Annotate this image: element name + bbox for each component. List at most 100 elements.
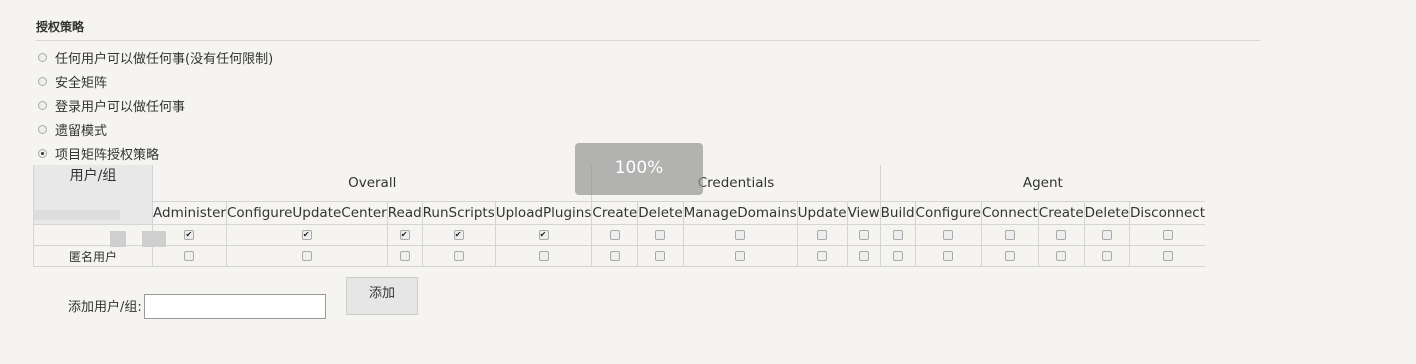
group-header-agent: Agent [879, 165, 1205, 202]
redacted-area [142, 231, 166, 247]
permission-cell [879, 224, 916, 246]
permission-checkbox-checked[interactable] [301, 229, 312, 241]
permission-cell [846, 224, 881, 246]
permission-cell [796, 224, 848, 246]
perm-header: RunScripts [421, 201, 496, 225]
matrix-body: 匿名用户 [33, 224, 1205, 267]
strategy-label: 遗留模式 [55, 123, 108, 139]
strategy-option-legacy[interactable]: 遗留模式 [38, 117, 273, 141]
zoom-level-indicator: 100% [575, 143, 703, 195]
add-user-button[interactable]: 添加 [346, 277, 418, 315]
permission-checkbox-checked[interactable] [184, 229, 195, 241]
permission-checkbox[interactable] [453, 251, 464, 261]
radio-button[interactable] [38, 52, 47, 62]
add-user-input[interactable] [143, 294, 326, 319]
permission-checkbox[interactable] [538, 251, 549, 261]
add-user-label: 添加用户/组: [68, 300, 142, 315]
perm-header: Create [591, 201, 638, 225]
perm-header: ManageDomains [682, 201, 798, 225]
strategy-label: 安全矩阵 [55, 75, 108, 91]
permission-cell [1129, 224, 1205, 246]
permission-cell [914, 224, 982, 246]
section-divider [36, 40, 1260, 41]
radio-button-selected[interactable] [38, 148, 47, 158]
strategy-option-logged-in[interactable]: 登录用户可以做任何事 [38, 93, 273, 117]
perm-header: Build [879, 201, 916, 225]
permission-checkbox[interactable] [301, 251, 312, 261]
permission-checkbox[interactable] [943, 230, 954, 240]
perm-header: Administer [152, 201, 227, 225]
perm-header: Create [1037, 201, 1085, 225]
permission-cell [980, 224, 1039, 246]
strategy-label: 任何用户可以做任何事(没有任何限制) [55, 51, 274, 67]
permission-cell [421, 245, 496, 267]
perm-header: Connect [980, 201, 1039, 225]
permission-cell [1037, 224, 1085, 246]
perm-header: Delete [1083, 201, 1130, 225]
perm-header: UploadPlugins [494, 201, 592, 225]
perm-header: ConfigureUpdateCenter [225, 201, 388, 225]
strategy-option-security-matrix[interactable]: 安全矩阵 [38, 69, 273, 93]
permission-checkbox[interactable] [1004, 230, 1015, 240]
permission-checkbox[interactable] [184, 251, 195, 261]
permission-checkbox[interactable] [1101, 230, 1112, 240]
permission-checkbox[interactable] [735, 251, 746, 261]
strategy-option-project-matrix[interactable]: 项目矩阵授权策略 [38, 141, 273, 165]
permission-checkbox[interactable] [817, 230, 828, 240]
matrix-row [33, 224, 1205, 246]
permission-checkbox[interactable] [609, 230, 620, 240]
permission-cell [914, 245, 982, 267]
perm-header: Delete [637, 201, 684, 225]
permission-cell [879, 245, 916, 267]
permission-checkbox[interactable] [655, 251, 666, 261]
permission-checkbox[interactable] [1056, 230, 1067, 240]
permission-cell [494, 224, 592, 246]
permission-cell [637, 245, 684, 267]
permission-cell [1083, 245, 1130, 267]
permission-checkbox[interactable] [1004, 251, 1015, 261]
permission-cell [225, 224, 388, 246]
permission-checkbox[interactable] [892, 230, 903, 240]
strategy-label: 项目矩阵授权策略 [55, 147, 160, 163]
permission-cell [386, 245, 423, 267]
permission-cell [637, 224, 684, 246]
strategy-radio-group: 任何用户可以做任何事(没有任何限制) 安全矩阵 登录用户可以做任何事 遗留模式 … [38, 45, 273, 165]
group-header-overall: Overall [151, 165, 592, 202]
radio-button[interactable] [38, 100, 47, 110]
user-group-header: 用户/组 [33, 165, 166, 247]
permission-checkbox[interactable] [1162, 251, 1173, 261]
permission-checkbox[interactable] [609, 251, 620, 261]
permission-checkbox-checked[interactable] [538, 229, 549, 241]
permission-cell [494, 245, 592, 267]
permission-checkbox[interactable] [1162, 230, 1173, 240]
perm-header: Disconnect [1129, 201, 1205, 225]
permission-checkbox[interactable] [1101, 251, 1112, 261]
permission-checkbox[interactable] [943, 251, 954, 261]
permission-checkbox[interactable] [1056, 251, 1067, 261]
radio-button[interactable] [38, 124, 47, 134]
permission-cell [1129, 245, 1205, 267]
permission-cell [591, 245, 638, 267]
permission-checkbox-checked[interactable] [453, 229, 464, 241]
permission-cell [1083, 224, 1130, 246]
permission-checkbox[interactable] [858, 251, 869, 261]
matrix-row: 匿名用户 [33, 245, 1205, 267]
permission-checkbox[interactable] [892, 251, 903, 261]
permission-cell [421, 224, 496, 246]
permission-cell [682, 224, 798, 246]
permission-cell [682, 245, 798, 267]
strategy-label: 登录用户可以做任何事 [55, 99, 186, 115]
radio-button[interactable] [38, 76, 47, 86]
permission-checkbox[interactable] [817, 251, 828, 261]
permission-checkbox[interactable] [399, 251, 410, 261]
perm-header: View [846, 201, 881, 225]
redacted-area [110, 231, 126, 247]
add-user-row: 添加用户/组: [68, 292, 326, 319]
permission-checkbox[interactable] [735, 230, 746, 240]
strategy-option-anyone[interactable]: 任何用户可以做任何事(没有任何限制) [38, 45, 273, 69]
permission-checkbox-checked[interactable] [399, 229, 410, 241]
permission-checkbox[interactable] [858, 230, 869, 240]
permission-cell [591, 224, 638, 246]
permission-cell [1037, 245, 1085, 267]
permission-checkbox[interactable] [655, 230, 666, 240]
